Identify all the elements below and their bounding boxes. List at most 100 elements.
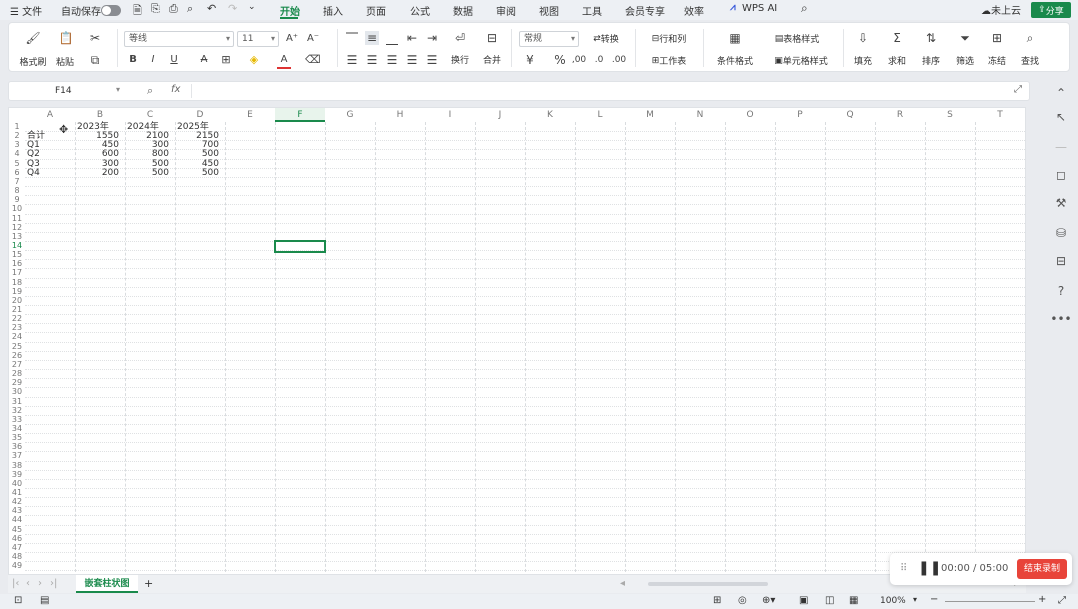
font-size-select[interactable]: 11 ▾ (237, 31, 279, 47)
column-header-d[interactable]: D (175, 108, 225, 122)
column-header-t[interactable]: T (975, 108, 1025, 122)
font-name-select[interactable]: 等线 ▾ (124, 31, 234, 47)
horizontal-scrollbar[interactable] (648, 582, 768, 586)
active-cell-f14[interactable] (274, 239, 326, 254)
last-sheet-icon[interactable]: ›| (50, 578, 57, 589)
page-break-icon[interactable]: ▦ (849, 595, 858, 606)
formula-input[interactable] (191, 84, 1011, 98)
column-header-j[interactable]: J (475, 108, 525, 122)
fill-color-icon[interactable]: ◈ (247, 53, 261, 67)
zoom-formula-icon[interactable]: ⌕ (147, 84, 153, 98)
expand-formula-icon[interactable]: ⤢ (1014, 84, 1022, 95)
menu-item-11[interactable]: 效率 (684, 3, 704, 18)
fx-icon[interactable]: fx (171, 84, 180, 95)
percent-icon[interactable]: % (553, 53, 567, 67)
find-button[interactable]: 查找 (1016, 54, 1044, 67)
italic-icon[interactable]: I (147, 53, 159, 67)
add-sheet-icon[interactable]: + (144, 577, 153, 590)
clear-icon[interactable]: ⌫ (305, 53, 321, 67)
view-mode-icon[interactable]: ⊕▾ (762, 595, 775, 606)
decrease-indent-icon[interactable]: ⇤ (405, 31, 419, 45)
freeze-button[interactable]: 冻结 (983, 54, 1011, 67)
sheet-list-icon[interactable]: ⊡ (14, 595, 22, 606)
shapes-icon[interactable]: ◻ (1044, 168, 1078, 182)
pause-icon[interactable]: ❚❚ (918, 560, 941, 576)
increase-font-icon[interactable]: A⁺ (285, 32, 299, 46)
sheet-tab-active[interactable]: 嵌套柱状图 (76, 575, 138, 593)
chevron-down-icon[interactable]: ▾ (116, 85, 120, 94)
macro-icon[interactable]: ▤ (40, 595, 49, 606)
tools-icon[interactable]: ⚒ (1044, 196, 1078, 210)
menu-item-10[interactable]: 会员专享 (625, 3, 665, 18)
zoom-slider[interactable] (945, 601, 1035, 602)
normal-view-icon[interactable]: ▣ (799, 595, 808, 606)
spreadsheet-grid[interactable]: ABCDEFGHIJKLMNOPQRST 1 2 3 4 5 6 7 8 9 10 11 12 13 14… (8, 107, 1026, 575)
prev-sheet-icon[interactable]: ‹ (26, 578, 30, 589)
paste-button[interactable]: 粘贴 (49, 55, 81, 68)
filter-button[interactable]: 筛选 (951, 54, 979, 67)
menu-item-2[interactable]: 开始 (280, 3, 300, 18)
menu-item-4[interactable]: 页面 (366, 3, 386, 18)
more-icon[interactable]: ••• (1044, 312, 1078, 326)
thousands-icon[interactable]: ,00 (571, 53, 587, 67)
increase-decimal-icon[interactable]: .0 (591, 53, 607, 67)
column-header-m[interactable]: M (625, 108, 675, 122)
eye-protection-icon[interactable]: ◎ (738, 595, 747, 606)
align-bottom-icon[interactable]: ⎽ (385, 31, 399, 45)
copy-icon[interactable]: ⧉ (87, 53, 103, 67)
decrease-decimal-icon[interactable]: .00 (611, 53, 627, 67)
column-header-g[interactable]: G (325, 108, 375, 122)
column-header-h[interactable]: H (375, 108, 425, 122)
conditional-format-button[interactable]: 条件格式 (709, 54, 761, 67)
cell-a6[interactable]: Q4 (27, 168, 69, 178)
help-icon[interactable]: ? (1044, 284, 1078, 298)
column-header-e[interactable]: E (225, 108, 275, 122)
column-header-s[interactable]: S (925, 108, 975, 122)
search-icon[interactable]: ⌕ (801, 1, 808, 16)
table-style-button[interactable]: ▤ 表格样式 (765, 32, 829, 46)
select-cursor-icon[interactable]: ↖ (1044, 110, 1078, 124)
wrap-text-button[interactable]: 换行 (446, 53, 474, 66)
page-layout-icon[interactable]: ◫ (825, 595, 834, 606)
align-middle-icon[interactable]: ≡ (365, 31, 379, 45)
menu-item-9[interactable]: 工具 (582, 3, 602, 18)
backup-icon[interactable]: ⛁ (1044, 226, 1078, 240)
column-header-r[interactable]: R (875, 108, 925, 122)
cloud-status[interactable]: ☁未上云 (981, 2, 1021, 17)
decrease-font-icon[interactable]: A⁻ (306, 32, 320, 46)
collapse-panel-icon[interactable]: ⌃ (1044, 86, 1078, 100)
currency-icon[interactable]: ¥ (523, 53, 537, 67)
strikethrough-icon[interactable]: A (197, 53, 211, 67)
menu-item-7[interactable]: 审阅 (496, 3, 516, 18)
undo-icon[interactable]: ↶ (207, 2, 216, 15)
format-painter-button[interactable]: 格式刷 (17, 55, 49, 68)
drag-handle-icon[interactable]: ⠿ (900, 563, 907, 574)
print-preview-icon[interactable]: ⌕ (187, 2, 193, 16)
justify-icon[interactable]: ☰ (405, 53, 419, 67)
cell-b6[interactable]: 200 (77, 168, 119, 178)
cell-style-button[interactable]: ▣ 单元格样式 (765, 54, 837, 68)
book-icon[interactable]: ⊟ (1044, 254, 1078, 268)
menu-item-3[interactable]: 插入 (323, 3, 343, 18)
next-sheet-icon[interactable]: › (38, 578, 42, 589)
export-pdf-icon[interactable]: ⎘ (151, 2, 160, 16)
convert-button[interactable]: ⇄ 转换 (583, 32, 629, 46)
distributed-icon[interactable]: ☰ (425, 53, 439, 67)
select-all-corner[interactable] (9, 108, 25, 122)
zoom-in-icon[interactable]: + (1038, 594, 1046, 605)
column-header-c[interactable]: C (125, 108, 175, 122)
chevron-down-icon[interactable]: ▾ (913, 595, 917, 604)
align-top-icon[interactable]: ⎺ (345, 31, 359, 45)
font-color-icon[interactable]: A (277, 53, 291, 69)
share-button[interactable]: ⇪ 分享 (1031, 2, 1071, 18)
menu-item-12[interactable]: WPS AI (742, 3, 777, 14)
worksheet-button[interactable]: ⊞ 工作表 (641, 54, 697, 68)
column-header-l[interactable]: L (575, 108, 625, 122)
menu-item-1[interactable]: 自动保存 (61, 3, 101, 18)
align-right-icon[interactable]: ☰ (385, 53, 399, 67)
column-header-k[interactable]: K (525, 108, 575, 122)
cell-c6[interactable]: 500 (127, 168, 169, 178)
underline-icon[interactable]: U (167, 53, 181, 67)
row-header-49[interactable]: 49 (9, 561, 25, 571)
save-icon[interactable]: 🗎 (133, 2, 142, 21)
